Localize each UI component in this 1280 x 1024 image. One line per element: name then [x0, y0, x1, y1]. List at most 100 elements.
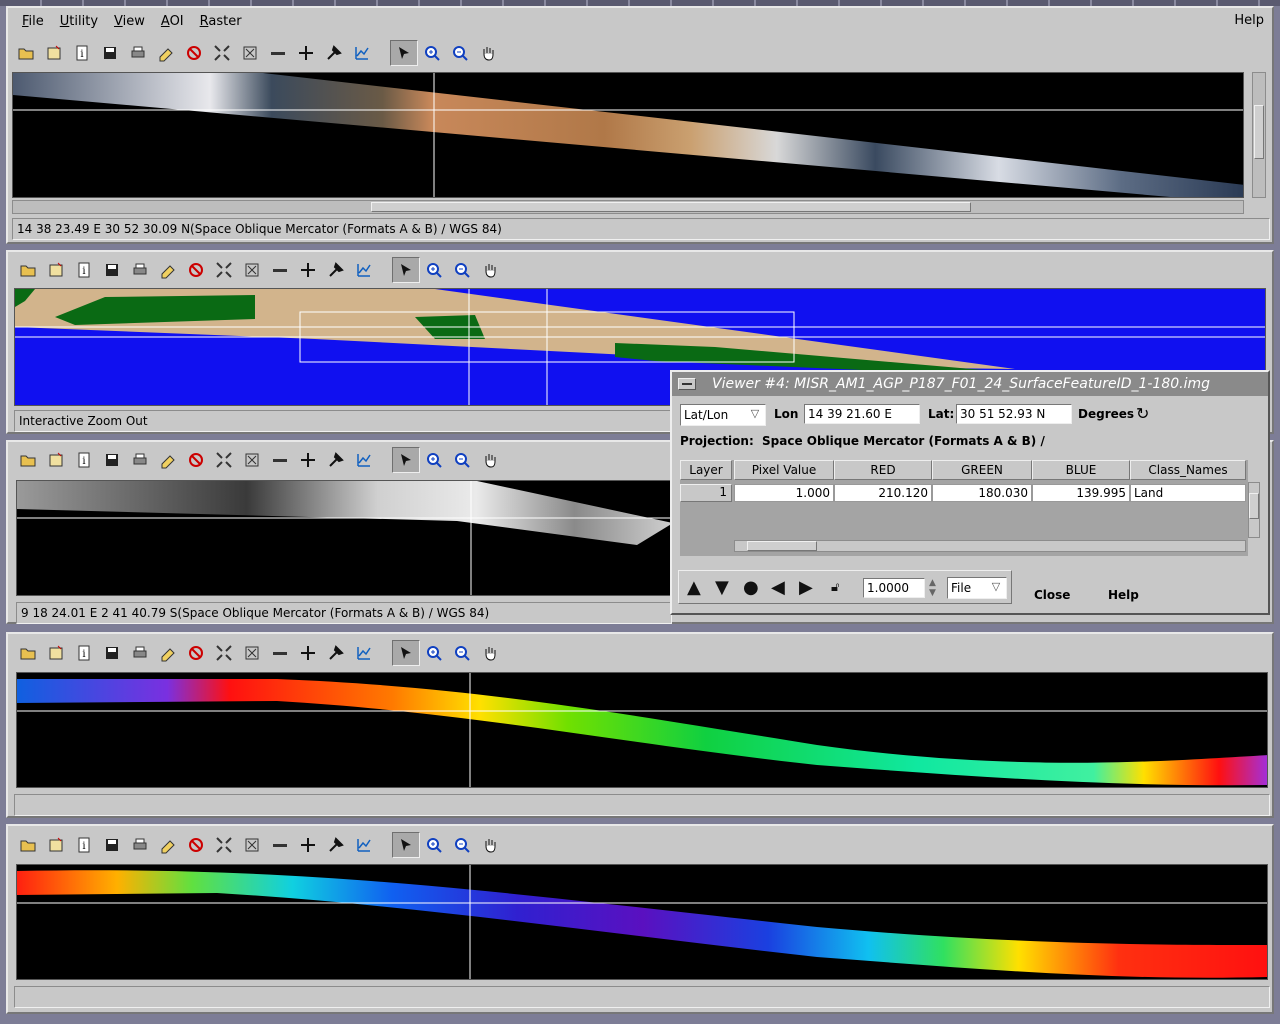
- fit-tool-button[interactable]: [210, 640, 238, 666]
- reset-tool-button[interactable]: [238, 447, 266, 473]
- zoom-out-tool-button[interactable]: [448, 640, 476, 666]
- image-view-grayscale[interactable]: [16, 480, 672, 596]
- crosshair-tool-button[interactable]: [294, 257, 322, 283]
- zoom-out-tool-button[interactable]: [448, 832, 476, 858]
- measure-tool-button[interactable]: [266, 257, 294, 283]
- vertical-scroll-thumb[interactable]: [1254, 105, 1264, 159]
- crosshair-tool-button[interactable]: [294, 447, 322, 473]
- open-folder-tool-button[interactable]: [14, 257, 42, 283]
- crosshair-tool-button[interactable]: [294, 640, 322, 666]
- pixel-info-table[interactable]: Layer Pixel Value RED GREEN BLUE Class_N…: [680, 460, 1260, 556]
- menu-view[interactable]: View: [106, 14, 153, 29]
- open-folder-tool-button[interactable]: [12, 40, 40, 66]
- zoom-in-tool-button[interactable]: [418, 40, 446, 66]
- dialog-title[interactable]: Viewer #4: MISR_AM1_AGP_P187_F01_24_Surf…: [672, 372, 1268, 396]
- select-arrow-tool-button[interactable]: [390, 40, 418, 66]
- info-tool-button[interactable]: i: [70, 640, 98, 666]
- viewer-window-1[interactable]: File Utility View AOI Raster Help i 14 3…: [6, 6, 1274, 244]
- col-header-layer[interactable]: Layer: [680, 460, 732, 480]
- select-arrow-tool-button[interactable]: [392, 447, 420, 473]
- save-tool-button[interactable]: [98, 640, 126, 666]
- refresh-icon[interactable]: ↻: [1136, 404, 1149, 423]
- viewer-window-5[interactable]: i: [6, 824, 1274, 1014]
- image-view-rainbow-1[interactable]: [16, 672, 1268, 788]
- profile-tool-button[interactable]: [350, 832, 378, 858]
- triangle-left-icon[interactable]: ◀: [771, 578, 785, 598]
- table-vertical-thumb[interactable]: [1249, 493, 1259, 519]
- measure-tool-button[interactable]: [266, 640, 294, 666]
- print-tool-button[interactable]: [126, 832, 154, 858]
- menu-help[interactable]: Help: [1234, 13, 1264, 28]
- lon-field[interactable]: 14 39 21.60 E: [804, 404, 920, 424]
- print-tool-button[interactable]: [126, 640, 154, 666]
- select-arrow-tool-button[interactable]: [392, 640, 420, 666]
- lock-icon[interactable]: 🔓︎: [831, 578, 839, 598]
- fit-tool-button[interactable]: [210, 832, 238, 858]
- new-viewer-tool-button[interactable]: [40, 40, 68, 66]
- tools-tool-button[interactable]: [322, 832, 350, 858]
- new-viewer-tool-button[interactable]: [42, 447, 70, 473]
- window-menu-button[interactable]: [678, 378, 696, 390]
- new-viewer-tool-button[interactable]: [42, 832, 70, 858]
- info-tool-button[interactable]: i: [70, 257, 98, 283]
- reset-tool-button[interactable]: [238, 257, 266, 283]
- table-vertical-scrollbar[interactable]: [1248, 482, 1260, 538]
- profile-tool-button[interactable]: [350, 257, 378, 283]
- reset-tool-button[interactable]: [236, 40, 264, 66]
- new-viewer-tool-button[interactable]: [42, 640, 70, 666]
- col-header-blue[interactable]: BLUE: [1032, 460, 1130, 480]
- cell-class-name[interactable]: Land: [1130, 484, 1246, 502]
- fit-tool-button[interactable]: [210, 447, 238, 473]
- zoom-out-tool-button[interactable]: [448, 447, 476, 473]
- image-view-rainbow-2[interactable]: [16, 864, 1268, 980]
- tools-tool-button[interactable]: [322, 257, 350, 283]
- crosshair-tool-button[interactable]: [292, 40, 320, 66]
- tools-tool-button[interactable]: [320, 40, 348, 66]
- select-arrow-tool-button[interactable]: [392, 257, 420, 283]
- eraser-tool-button[interactable]: [154, 640, 182, 666]
- zoom-in-tool-button[interactable]: [420, 640, 448, 666]
- col-header-class-names[interactable]: Class_Names: [1130, 460, 1246, 480]
- coord-type-select[interactable]: Lat/Lon ▽: [680, 404, 766, 426]
- select-arrow-tool-button[interactable]: [392, 832, 420, 858]
- print-tool-button[interactable]: [126, 257, 154, 283]
- pan-hand-tool-button[interactable]: [476, 832, 504, 858]
- new-viewer-tool-button[interactable]: [42, 257, 70, 283]
- pan-hand-tool-button[interactable]: [476, 257, 504, 283]
- tools-tool-button[interactable]: [322, 447, 350, 473]
- eraser-tool-button[interactable]: [152, 40, 180, 66]
- measure-tool-button[interactable]: [266, 447, 294, 473]
- clear-tool-button[interactable]: [182, 257, 210, 283]
- step-value-field[interactable]: 1.0000: [863, 578, 925, 598]
- profile-tool-button[interactable]: [350, 447, 378, 473]
- profile-tool-button[interactable]: [350, 640, 378, 666]
- zoom-in-tool-button[interactable]: [420, 447, 448, 473]
- info-tool-button[interactable]: i: [70, 447, 98, 473]
- pan-hand-tool-button[interactable]: [476, 640, 504, 666]
- measure-tool-button[interactable]: [264, 40, 292, 66]
- vertical-scrollbar[interactable]: [1252, 72, 1266, 198]
- circle-center-icon[interactable]: ●: [743, 578, 759, 598]
- measure-tool-button[interactable]: [266, 832, 294, 858]
- table-horizontal-thumb[interactable]: [747, 541, 817, 551]
- clear-tool-button[interactable]: [182, 640, 210, 666]
- save-tool-button[interactable]: [96, 40, 124, 66]
- triangle-down-icon[interactable]: ▼: [715, 578, 729, 598]
- crosshair-tool-button[interactable]: [294, 832, 322, 858]
- clear-tool-button[interactable]: [182, 447, 210, 473]
- zoom-in-tool-button[interactable]: [420, 257, 448, 283]
- reset-tool-button[interactable]: [238, 640, 266, 666]
- print-tool-button[interactable]: [126, 447, 154, 473]
- image-view-true-color[interactable]: [12, 72, 1244, 198]
- pixel-inquire-dialog[interactable]: Viewer #4: MISR_AM1_AGP_P187_F01_24_Surf…: [670, 370, 1270, 615]
- reset-tool-button[interactable]: [238, 832, 266, 858]
- col-header-green[interactable]: GREEN: [932, 460, 1032, 480]
- help-button[interactable]: Help: [1108, 588, 1139, 602]
- close-button[interactable]: Close: [1034, 588, 1070, 602]
- zoom-out-tool-button[interactable]: [448, 257, 476, 283]
- open-folder-tool-button[interactable]: [14, 640, 42, 666]
- cell-pixel-value[interactable]: 1.000: [734, 484, 834, 502]
- menu-raster[interactable]: Raster: [192, 14, 250, 29]
- step-spinner-icon[interactable]: ▲ ▼: [929, 578, 936, 598]
- zoom-in-tool-button[interactable]: [420, 832, 448, 858]
